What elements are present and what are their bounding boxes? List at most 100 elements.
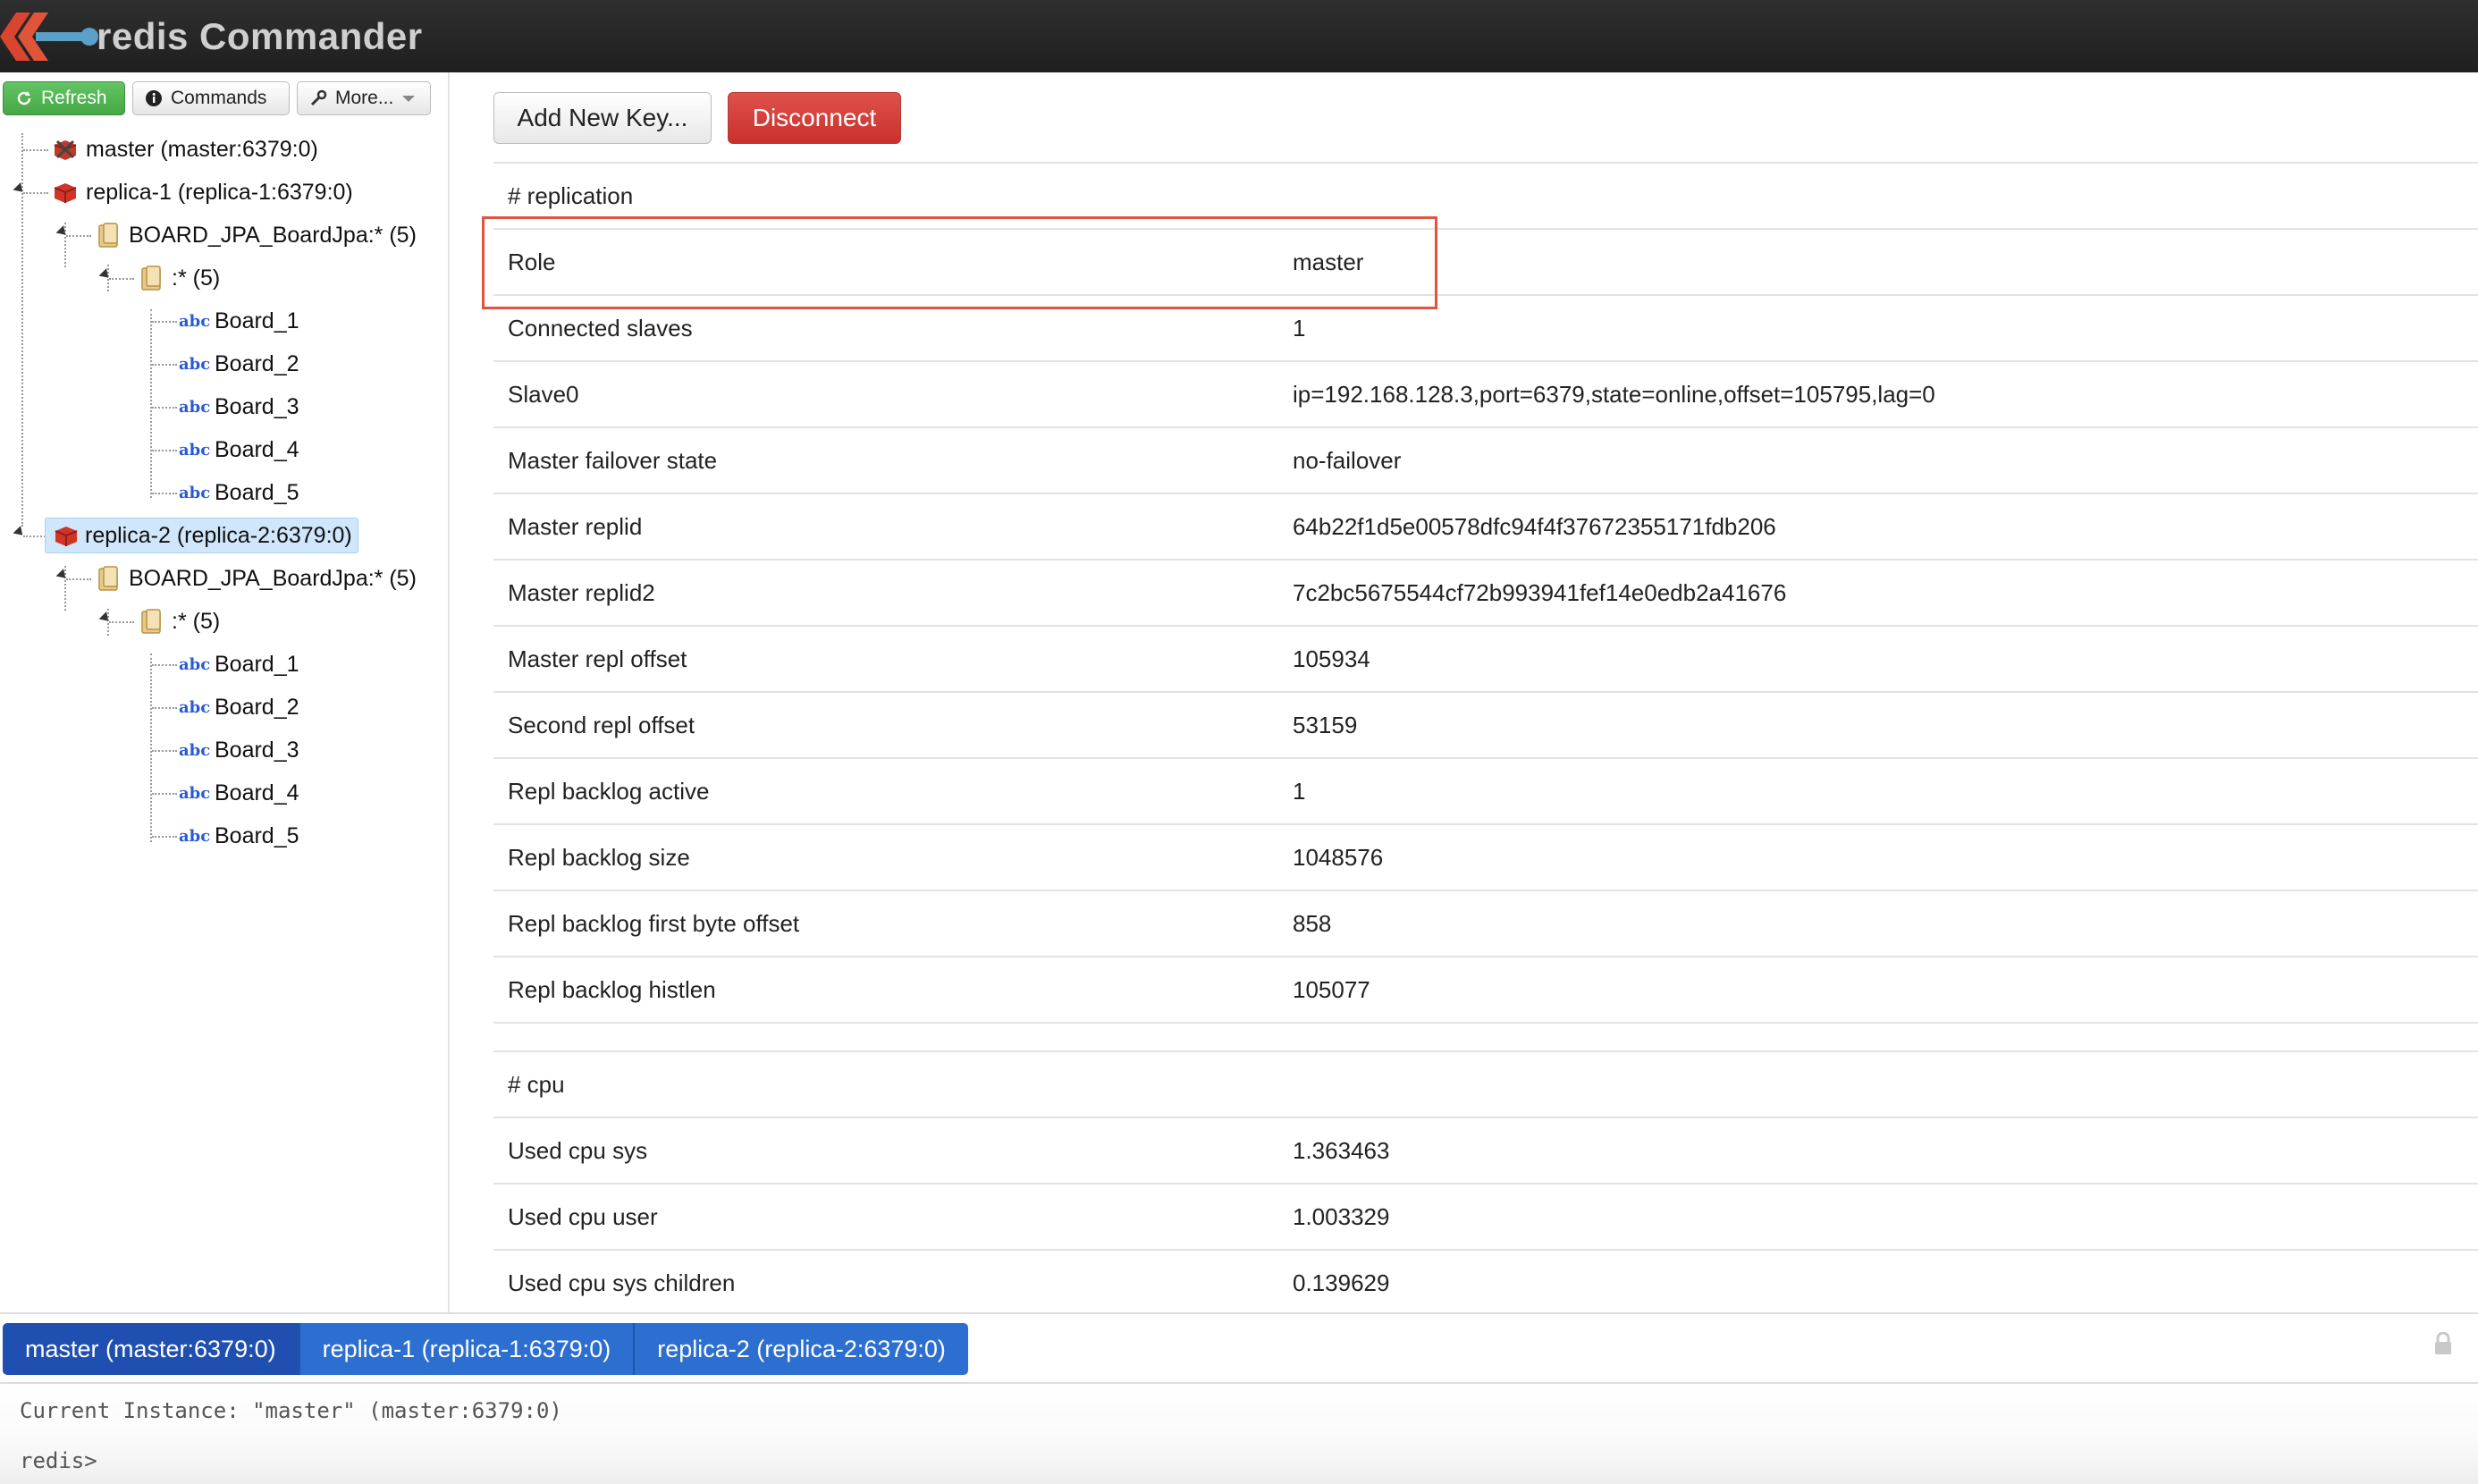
tab-replica-2[interactable]: replica-2 (replica-2:6379:0) — [635, 1323, 968, 1375]
chevron-down-icon — [402, 95, 416, 102]
replication-row: Master replid2 7c2bc5675544cf72b993941fef… — [493, 559, 2478, 625]
tree-node-label: master (master:6379:0) — [86, 136, 318, 162]
tree-line — [152, 450, 177, 451]
tree-node-label: Board_2 — [215, 694, 299, 720]
tree-node-subfolder[interactable]: :* (5) — [136, 603, 225, 639]
tree-key-board-1[interactable]: abc Board_1 — [179, 646, 305, 682]
replication-row: Role master — [493, 228, 2478, 294]
tree-node-subfolder[interactable]: :* (5) — [136, 260, 225, 296]
tree-key-board-2[interactable]: abc Board_2 — [179, 689, 305, 725]
info-value: 1 — [1293, 777, 1306, 805]
add-new-key-button[interactable]: Add New Key... — [493, 92, 712, 144]
tree-node-replica-1[interactable]: replica-1 (replica-1:6379:0) — [50, 174, 358, 210]
info-value: 1.363463 — [1293, 1136, 1390, 1164]
tree-line — [152, 836, 177, 838]
info-key: Used cpu user — [508, 1202, 658, 1230]
folder-icon — [136, 606, 166, 637]
info-key: Repl backlog histlen — [508, 975, 716, 1003]
info-icon — [144, 89, 164, 108]
tree-key-board-2[interactable]: abc Board_2 — [179, 346, 305, 382]
info-key: Connected slaves — [508, 314, 693, 341]
tree-node-label: Board_1 — [215, 308, 299, 333]
info-value: 1.003329 — [1293, 1202, 1390, 1230]
tree-line — [152, 321, 177, 323]
refresh-button[interactable]: Refresh — [3, 81, 125, 115]
tab-master[interactable]: master (master:6379:0) — [3, 1323, 300, 1375]
info-key: Used cpu sys — [508, 1136, 648, 1164]
more-dropdown-button[interactable]: More... — [297, 81, 431, 115]
cpu-rows: Used cpu sys 1.363463 Used cpu user 1.00332… — [493, 1117, 2478, 1315]
tree-node-selected-wrapper: replica-2 (replica-2:6379:0) — [45, 518, 358, 553]
redis-console[interactable]: Current Instance: "master" (master:6379:… — [0, 1384, 2478, 1484]
instance-tabs: master (master:6379:0) replica-1 (replic… — [3, 1323, 968, 1375]
tree-node-master[interactable]: master (master:6379:0) — [50, 131, 324, 167]
info-value: 1048576 — [1293, 843, 1384, 871]
replication-row: Master replid 64b22f1d5e00578dfc94f4f3767… — [493, 493, 2478, 559]
replication-row: Second repl offset 53159 — [493, 691, 2478, 757]
info-key: Master repl offset — [508, 645, 687, 672]
sidebar-toolbar: Refresh Commands More... — [3, 81, 431, 115]
tree-node-label: :* (5) — [172, 265, 221, 291]
disconnect-button[interactable]: Disconnect — [728, 92, 901, 144]
tree-line — [66, 235, 91, 237]
server-info-table: # replication Role master Connected slaves… — [493, 162, 2478, 1315]
tree-line — [152, 750, 177, 752]
info-key: Master replid2 — [508, 578, 655, 606]
tree-node-label: Board_1 — [215, 651, 299, 677]
tree-node-folder[interactable]: BOARD_JPA_BoardJpa:* (5) — [93, 561, 422, 596]
commands-button[interactable]: Commands — [132, 81, 290, 115]
info-key: Master replid — [508, 512, 643, 540]
cpu-row: Used cpu user 1.003329 — [493, 1183, 2478, 1249]
info-value: 7c2bc5675544cf72b993941fef14e0edb2a41676 — [1293, 578, 1787, 606]
redis-server-disconnected-icon — [50, 134, 80, 164]
tree-key-board-4[interactable]: abc Board_4 — [179, 775, 305, 811]
info-value: 64b22f1d5e00578dfc94f4f37672355171fdb206 — [1293, 512, 1776, 540]
tree-key-board-3[interactable]: abc Board_3 — [179, 732, 305, 768]
tree-node-label: :* (5) — [172, 608, 221, 634]
sidebar: Refresh Commands More... master (master:… — [0, 72, 450, 1312]
info-value: 53159 — [1293, 711, 1358, 738]
tree-line — [66, 578, 91, 580]
replication-row: Master failover state no-failover — [493, 426, 2478, 493]
refresh-icon — [14, 89, 34, 108]
tree-node-folder[interactable]: BOARD_JPA_BoardJpa:* (5) — [93, 217, 422, 253]
replication-row: Slave0 ip=192.168.128.3,port=6379,state=o… — [493, 360, 2478, 426]
tree-key-board-5[interactable]: abc Board_5 — [179, 475, 305, 510]
tree-node-label: BOARD_JPA_BoardJpa:* (5) — [129, 222, 417, 248]
tree-line — [152, 493, 177, 494]
lock-icon[interactable] — [2433, 1331, 2453, 1355]
info-value: 0.139629 — [1293, 1269, 1390, 1296]
tree-key-board-4[interactable]: abc Board_4 — [179, 432, 305, 468]
tab-replica-1[interactable]: replica-1 (replica-1:6379:0) — [299, 1323, 636, 1375]
tree-key-board-3[interactable]: abc Board_3 — [179, 389, 305, 425]
info-key: Used cpu sys children — [508, 1269, 736, 1296]
tree-key-board-5[interactable]: abc Board_5 — [179, 818, 305, 854]
folder-icon — [93, 563, 123, 594]
info-key: Role — [508, 248, 556, 275]
replication-row: Repl backlog histlen 105077 — [493, 956, 2478, 1022]
string-key-icon: abc — [179, 397, 211, 417]
string-key-icon: abc — [179, 440, 211, 460]
tree-key-board-1[interactable]: abc Board_1 — [179, 303, 305, 339]
tree-node-replica-2[interactable]: replica-2 (replica-2:6379:0) — [45, 518, 358, 553]
current-instance-text: Current Instance: "master" (master:6379:… — [20, 1398, 562, 1423]
redis-commander-logo — [0, 0, 107, 72]
tree-line — [152, 407, 177, 409]
string-key-icon: abc — [179, 311, 211, 331]
info-value: ip=192.168.128.3,port=6379,state=online,… — [1293, 380, 1935, 408]
section-spacer — [493, 1022, 2478, 1050]
tree-line — [109, 621, 134, 623]
tree-line — [23, 149, 48, 151]
info-value: 1 — [1293, 314, 1306, 341]
info-value: 858 — [1293, 909, 1332, 937]
app-header: redis Commander — [0, 0, 2478, 72]
more-label: More... — [335, 88, 394, 108]
tree-line — [150, 653, 152, 842]
tree-line — [152, 364, 177, 366]
tree-line — [152, 793, 177, 795]
info-key: Master failover state — [508, 446, 718, 474]
tree-node-label: replica-2 (replica-2:6379:0) — [85, 522, 352, 548]
section-title: # replication — [508, 181, 634, 209]
console-prompt[interactable]: redis> — [20, 1448, 97, 1473]
replication-row: Repl backlog active 1 — [493, 757, 2478, 823]
